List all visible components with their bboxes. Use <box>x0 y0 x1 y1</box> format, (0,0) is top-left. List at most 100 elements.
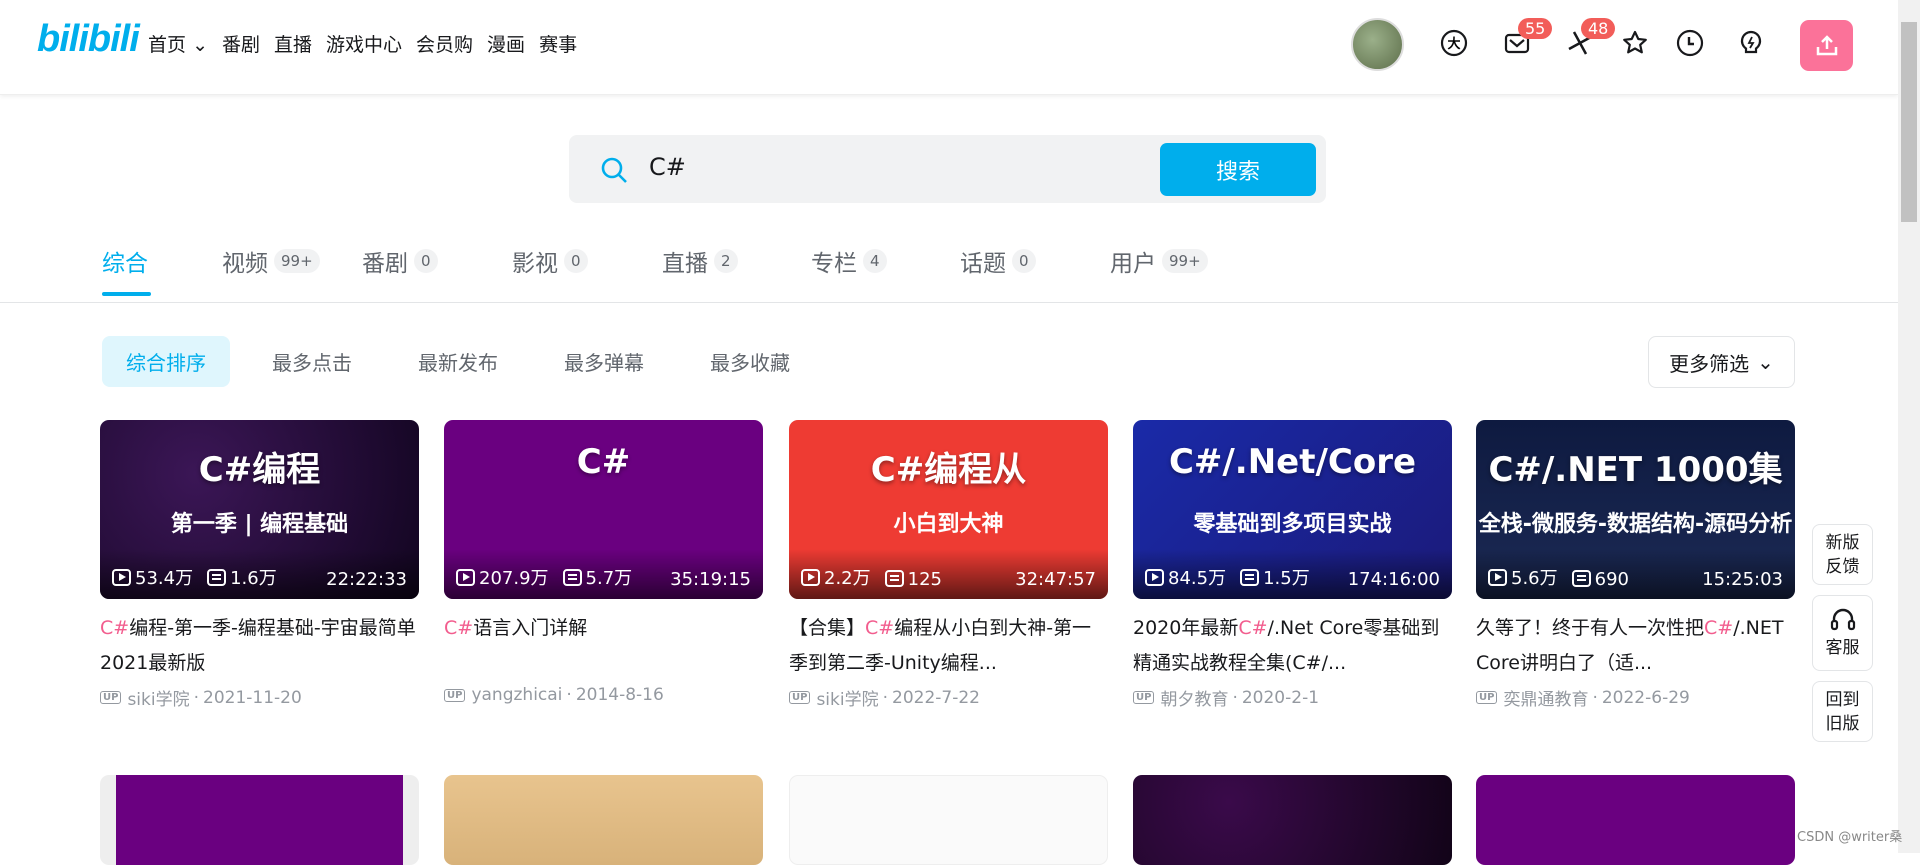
history-clock-icon[interactable] <box>1675 28 1705 58</box>
separator: · <box>882 687 889 708</box>
nav-esports[interactable]: 赛事 <box>539 30 577 57</box>
play-count-value: 2.2万 <box>824 568 871 589</box>
tab-live[interactable]: 直播 2 <box>662 244 811 278</box>
tab-article[interactable]: 专栏 4 <box>811 244 960 278</box>
danmaku-icon <box>1571 570 1591 587</box>
sort-options: 综合排序 最多点击 最新发布 最多弹幕 最多收藏 <box>102 336 832 387</box>
title-prefix: 【合集】 <box>789 617 866 639</box>
customer-service-button[interactable]: 客服 <box>1812 595 1873 671</box>
thumbnail-subtitle-art: 小白到大神 <box>893 512 1004 537</box>
play-icon <box>456 569 475 586</box>
nav-label: 首页 <box>148 34 187 56</box>
video-thumbnail[interactable] <box>1133 775 1452 865</box>
danmaku-icon <box>884 570 904 587</box>
search-input[interactable]: C# <box>649 153 686 181</box>
uploader-name[interactable]: 奕鼎通教育 <box>1503 685 1588 710</box>
nav-game-center[interactable]: 游戏中心 <box>326 30 402 57</box>
video-meta: UP 朝夕教育 · 2020-2-1 <box>1133 685 1452 710</box>
tab-film[interactable]: 影视 0 <box>512 244 662 278</box>
tab-bangumi[interactable]: 番剧 0 <box>362 244 512 278</box>
uploader-name[interactable]: siki学院 <box>127 685 189 710</box>
sort-newest[interactable]: 最新发布 <box>394 336 522 387</box>
sort-most-danmaku[interactable]: 最多弹幕 <box>540 336 668 387</box>
scrollbar[interactable] <box>1898 0 1920 853</box>
video-stats: 2.2万 125 32:47:57 <box>789 549 1108 599</box>
video-thumbnail[interactable]: C#编程 第一季 | 编程基础 53.4万 1.6万 22:22:33 <box>100 420 419 599</box>
nav-home[interactable]: 首页 ⌄ <box>148 30 208 57</box>
publish-date: 2021-11-20 <box>203 687 302 708</box>
thumbnail-subtitle-art: 全栈-微服务-数据结构-源码分析 <box>1478 512 1793 537</box>
play-icon <box>1145 569 1164 586</box>
video-title[interactable]: C#语言入门详解 <box>444 611 763 681</box>
video-thumbnail[interactable]: C#编程从 小白到大神 2.2万 125 32:47:57 <box>789 420 1108 599</box>
title-keyword-highlight: C# <box>1704 617 1734 639</box>
video-thumbnail[interactable] <box>789 775 1108 865</box>
bilibili-logo[interactable]: bilibili <box>37 18 140 61</box>
danmaku-count-value: 690 <box>1594 569 1629 590</box>
danmaku-icon <box>562 569 582 586</box>
video-title[interactable]: 2020年最新C#/.Net Core零基础到精通实战教程全集(C#/... <box>1133 611 1452 681</box>
sort-most-favorites[interactable]: 最多收藏 <box>686 336 814 387</box>
favorite-star-icon[interactable] <box>1620 28 1650 58</box>
nav-live[interactable]: 直播 <box>274 30 312 57</box>
up-icon: UP <box>789 691 811 704</box>
duration: 15:25:03 <box>1702 569 1783 590</box>
chevron-down-icon: ⌄ <box>1757 350 1774 374</box>
play-icon <box>801 569 820 586</box>
video-title[interactable]: 久等了！终于有人一次性把C#/.NET Core讲明白了（适... <box>1476 611 1795 681</box>
uploader-name[interactable]: siki学院 <box>816 685 878 710</box>
danmaku-count: 690 <box>1571 569 1629 590</box>
message-icon[interactable]: 55 <box>1502 18 1553 58</box>
video-card[interactable]: C#/.NET 1000集 全栈-微服务-数据结构-源码分析 5.6万 690 … <box>1476 420 1795 710</box>
sort-most-clicks[interactable]: 最多点击 <box>248 336 376 387</box>
separator: · <box>1592 687 1598 708</box>
video-thumbnail[interactable]: C#/.Net/Core 零基础到多项目实战 84.5万 1.5万 174:16… <box>1133 420 1452 599</box>
uploader-name[interactable]: yangzhicai <box>471 685 562 705</box>
video-thumbnail[interactable]: C# 207.9万 5.7万 35:19:15 <box>444 420 763 599</box>
uploader-name[interactable]: 朝夕教育 <box>1160 685 1228 710</box>
dynamic-icon[interactable]: 48 <box>1565 18 1616 58</box>
nav-manga[interactable]: 漫画 <box>487 30 525 57</box>
tab-label: 话题 <box>960 251 1006 277</box>
tab-topic[interactable]: 话题 0 <box>960 244 1110 278</box>
publish-date: 2022-7-22 <box>892 687 980 708</box>
video-card[interactable]: C#编程 第一季 | 编程基础 53.4万 1.6万 22:22:33 C#编程… <box>100 420 419 710</box>
tab-user[interactable]: 用户 99+ <box>1110 244 1208 278</box>
more-filters-button[interactable]: 更多筛选 ⌄ <box>1648 336 1795 388</box>
upload-button[interactable] <box>1800 20 1853 71</box>
scrollbar-thumb[interactable] <box>1901 22 1917 222</box>
nav-mall[interactable]: 会员购 <box>416 30 473 57</box>
creator-bulb-icon[interactable] <box>1736 28 1766 58</box>
tab-label: 专栏 <box>811 251 857 277</box>
sort-default[interactable]: 综合排序 <box>102 336 230 387</box>
search-button[interactable]: 搜索 <box>1160 143 1316 196</box>
up-icon: UP <box>100 691 122 704</box>
play-count-value: 84.5万 <box>1168 568 1227 589</box>
tab-label: 影视 <box>512 251 558 277</box>
video-thumbnail[interactable]: C#/.NET 1000集 全栈-微服务-数据结构-源码分析 5.6万 690 … <box>1476 420 1795 599</box>
search-bar: C# 搜索 <box>569 135 1326 203</box>
video-title[interactable]: 【合集】C#编程从小白到大神-第一季到第二季-Unity编程... <box>789 611 1108 681</box>
old-version-button[interactable]: 回到旧版 <box>1812 681 1873 742</box>
separator: · <box>1232 687 1238 708</box>
feedback-button[interactable]: 新版反馈 <box>1812 524 1873 585</box>
avatar[interactable] <box>1351 18 1404 71</box>
duration: 35:19:15 <box>670 569 751 590</box>
tab-label: 番剧 <box>362 251 408 277</box>
video-card[interactable]: C#/.Net/Core 零基础到多项目实战 84.5万 1.5万 174:16… <box>1133 420 1452 710</box>
video-title[interactable]: C#编程-第一季-编程基础-宇宙最简单2021最新版 <box>100 611 419 681</box>
tab-video[interactable]: 视频 99+ <box>222 244 362 278</box>
top-nav: 首页 ⌄ 番剧 直播 游戏中心 会员购 漫画 赛事 <box>148 30 577 57</box>
nav-anime[interactable]: 番剧 <box>222 30 260 57</box>
vip-icon[interactable]: 大 <box>1439 28 1469 58</box>
chevron-down-icon: ⌄ <box>192 34 208 56</box>
video-card[interactable]: C#编程从 小白到大神 2.2万 125 32:47:57 【合集】C#编程从小… <box>789 420 1108 710</box>
video-card[interactable]: C# 207.9万 5.7万 35:19:15 C#语言入门详解 UP yangz… <box>444 420 763 705</box>
tab-count: 2 <box>714 249 738 273</box>
video-thumbnail[interactable] <box>100 775 419 865</box>
tab-all[interactable]: 综合 <box>102 244 222 278</box>
video-thumbnail[interactable] <box>1476 775 1795 865</box>
thumbnail-title-art: C#编程从 <box>870 450 1027 490</box>
video-thumbnail[interactable] <box>444 775 763 865</box>
tab-count: 99+ <box>1162 249 1208 273</box>
